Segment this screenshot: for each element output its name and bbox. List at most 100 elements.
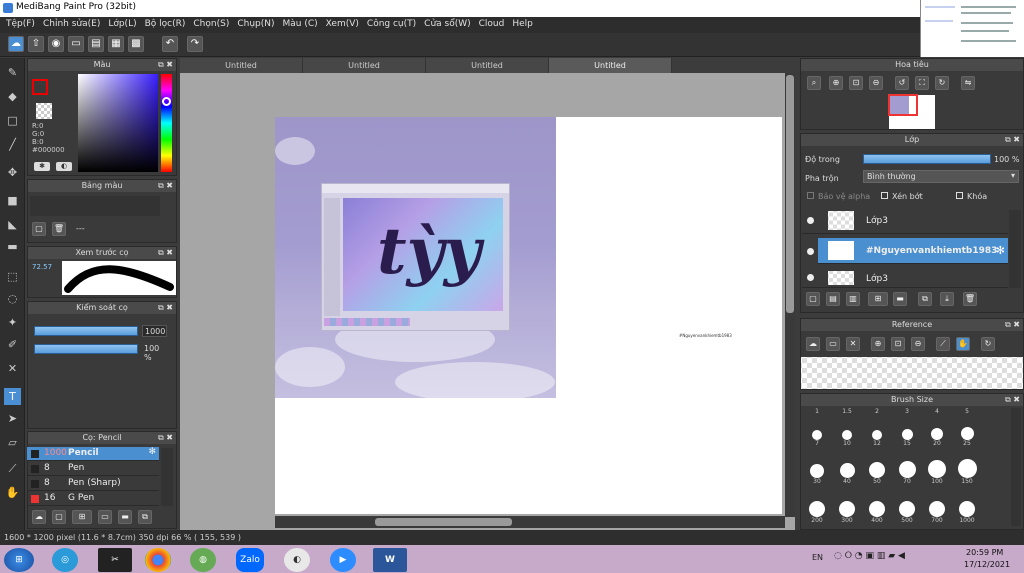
- clip-checkbox[interactable]: [881, 192, 888, 199]
- brush-size-cell[interactable]: 700: [922, 497, 952, 524]
- brush-item[interactable]: 8 Pen (Sharp): [27, 477, 159, 491]
- upload-icon[interactable]: ⇧: [28, 36, 44, 52]
- hand-tool-icon[interactable]: ✋: [4, 484, 21, 501]
- background-color-swatch[interactable]: [36, 103, 52, 119]
- panel-controls-icon[interactable]: ⧉ ✖: [1005, 394, 1020, 406]
- foreground-color-swatch[interactable]: [32, 79, 48, 95]
- grid-icon[interactable]: ▦: [108, 36, 124, 52]
- brush-size-cell[interactable]: 150: [952, 458, 982, 485]
- brush-size-cell[interactable]: 10: [832, 418, 862, 447]
- folder-icon[interactable]: ▬: [118, 510, 132, 524]
- zalo-icon[interactable]: Zalo: [236, 548, 264, 572]
- brush-size-cell[interactable]: 30: [802, 458, 832, 485]
- color-wheel-icon[interactable]: ✱: [34, 162, 50, 171]
- reference-canvas[interactable]: [801, 357, 1023, 389]
- rotate-icon[interactable]: ↻: [981, 337, 995, 351]
- new-palette-icon[interactable]: ▢: [32, 222, 46, 236]
- panel-controls-icon[interactable]: ⧉ ✖: [158, 432, 173, 444]
- navigator-thumbnail[interactable]: [888, 94, 935, 129]
- menu-view[interactable]: Xem(V): [324, 17, 365, 33]
- tab-untitled-4[interactable]: Untitled: [549, 58, 672, 73]
- rotate-left-icon[interactable]: ↺: [895, 76, 909, 90]
- cloud-icon[interactable]: ☁: [806, 337, 820, 351]
- select-rect-icon[interactable]: ⬚: [4, 268, 21, 285]
- document-icon[interactable]: ▤: [88, 36, 104, 52]
- brush-item[interactable]: 8 Pen: [27, 462, 159, 476]
- chrome-icon[interactable]: [145, 548, 171, 572]
- layer-row[interactable]: Lớp3: [802, 208, 1008, 234]
- comment-icon[interactable]: ◉: [48, 36, 64, 52]
- menu-layer[interactable]: Lớp(L): [106, 17, 142, 33]
- brush-size-cell[interactable]: 300: [832, 497, 862, 524]
- tab-untitled-1[interactable]: Untitled: [180, 58, 303, 73]
- cloud-brush-icon[interactable]: ☁: [32, 510, 46, 524]
- layer-opacity-slider[interactable]: [863, 154, 991, 164]
- visibility-icon[interactable]: [807, 274, 814, 281]
- zoom-app-icon[interactable]: ▶: [330, 548, 356, 572]
- close-icon[interactable]: ✕: [846, 337, 860, 351]
- layer-scrollbar[interactable]: [1009, 210, 1021, 288]
- brush-size-cell[interactable]: 7: [802, 418, 832, 447]
- color-mode-icon[interactable]: ◐: [56, 162, 72, 171]
- panel-controls-icon[interactable]: ⧉ ✖: [158, 302, 173, 314]
- brush-tool-icon[interactable]: ✎: [4, 64, 21, 81]
- brush-item[interactable]: 1000 Pencil ✻: [27, 447, 159, 461]
- word-icon[interactable]: W: [373, 548, 407, 572]
- new-layer-icon[interactable]: ▢: [806, 292, 820, 306]
- menu-tools[interactable]: Công cụ(T): [365, 17, 422, 33]
- brush-size-cell[interactable]: 15: [892, 418, 922, 447]
- paint-app-icon[interactable]: ◐: [284, 548, 310, 572]
- flip-icon[interactable]: ⇋: [961, 76, 975, 90]
- new-layer-8bit-icon[interactable]: ▤: [826, 292, 840, 306]
- duplicate-layer-icon[interactable]: ⧉: [918, 292, 932, 306]
- hue-handle[interactable]: [162, 97, 171, 106]
- brush-size-cell[interactable]: 50: [862, 458, 892, 485]
- eyedropper-icon[interactable]: ⟋: [936, 337, 950, 351]
- line-tool-icon[interactable]: ╱: [4, 136, 21, 153]
- fill-rect-tool-icon[interactable]: ■: [4, 192, 21, 209]
- viewport-indicator[interactable]: [888, 94, 918, 116]
- zoom-in-icon[interactable]: ⊕: [829, 76, 843, 90]
- menu-select[interactable]: Chọn(S): [191, 17, 235, 33]
- brush-size-cell[interactable]: 12: [862, 418, 892, 447]
- scroll-thumb[interactable]: [786, 75, 794, 313]
- lasso-icon[interactable]: ◌: [4, 290, 21, 307]
- menu-help[interactable]: Help: [510, 17, 539, 33]
- panel-controls-icon[interactable]: ⧉ ✖: [1005, 319, 1020, 331]
- brush-size-cell[interactable]: 500: [892, 497, 922, 524]
- brush-size-cell[interactable]: 20: [922, 418, 952, 447]
- tab-untitled-3[interactable]: Untitled: [426, 58, 549, 73]
- rotate-right-icon[interactable]: ↻: [935, 76, 949, 90]
- visibility-icon[interactable]: [807, 217, 814, 224]
- merge-layer-icon[interactable]: ⤓: [940, 292, 954, 306]
- new-brush-icon[interactable]: ▢: [52, 510, 66, 524]
- brush-size-cell[interactable]: 70: [892, 458, 922, 485]
- zoom-icon[interactable]: ⌕: [807, 76, 821, 90]
- menu-edit[interactable]: Chỉnh sửa(E): [41, 17, 106, 33]
- gear-icon[interactable]: ✻: [148, 447, 156, 457]
- brush-opacity-value[interactable]: 100 %: [142, 343, 167, 362]
- zoom-out-icon[interactable]: ⊖: [869, 76, 883, 90]
- panel-controls-icon[interactable]: ⧉ ✖: [158, 247, 173, 259]
- canvas-vertical-scrollbar[interactable]: [785, 73, 795, 517]
- brush-size-slider[interactable]: [34, 326, 138, 336]
- menu-color[interactable]: Màu (C): [281, 17, 324, 33]
- undo-icon[interactable]: ↶: [162, 36, 178, 52]
- layer-row[interactable]: Lớp3: [802, 268, 1008, 288]
- delete-layer-icon[interactable]: 🗑: [963, 292, 977, 306]
- canvas-horizontal-scrollbar[interactable]: [275, 516, 785, 528]
- divide-tool-icon[interactable]: ▱: [4, 434, 21, 451]
- layer-folder-icon[interactable]: ▬: [893, 292, 907, 306]
- palette-area[interactable]: [30, 196, 160, 216]
- brush-item[interactable]: 16 G Pen: [27, 492, 159, 506]
- brush-opacity-slider[interactable]: [34, 344, 138, 354]
- redo-icon[interactable]: ↷: [187, 36, 203, 52]
- select-eraser-icon[interactable]: ✕: [4, 360, 21, 377]
- menu-window[interactable]: Cửa sổ(W): [422, 17, 476, 33]
- hand-icon[interactable]: ✋: [956, 337, 970, 351]
- copy-brush-icon[interactable]: ▭: [98, 510, 112, 524]
- brush-size-cell[interactable]: 200: [802, 497, 832, 524]
- start-button-icon[interactable]: ⊞: [4, 548, 34, 572]
- shape-tool-icon[interactable]: □: [4, 112, 21, 129]
- browser-icon[interactable]: ◎: [52, 548, 78, 572]
